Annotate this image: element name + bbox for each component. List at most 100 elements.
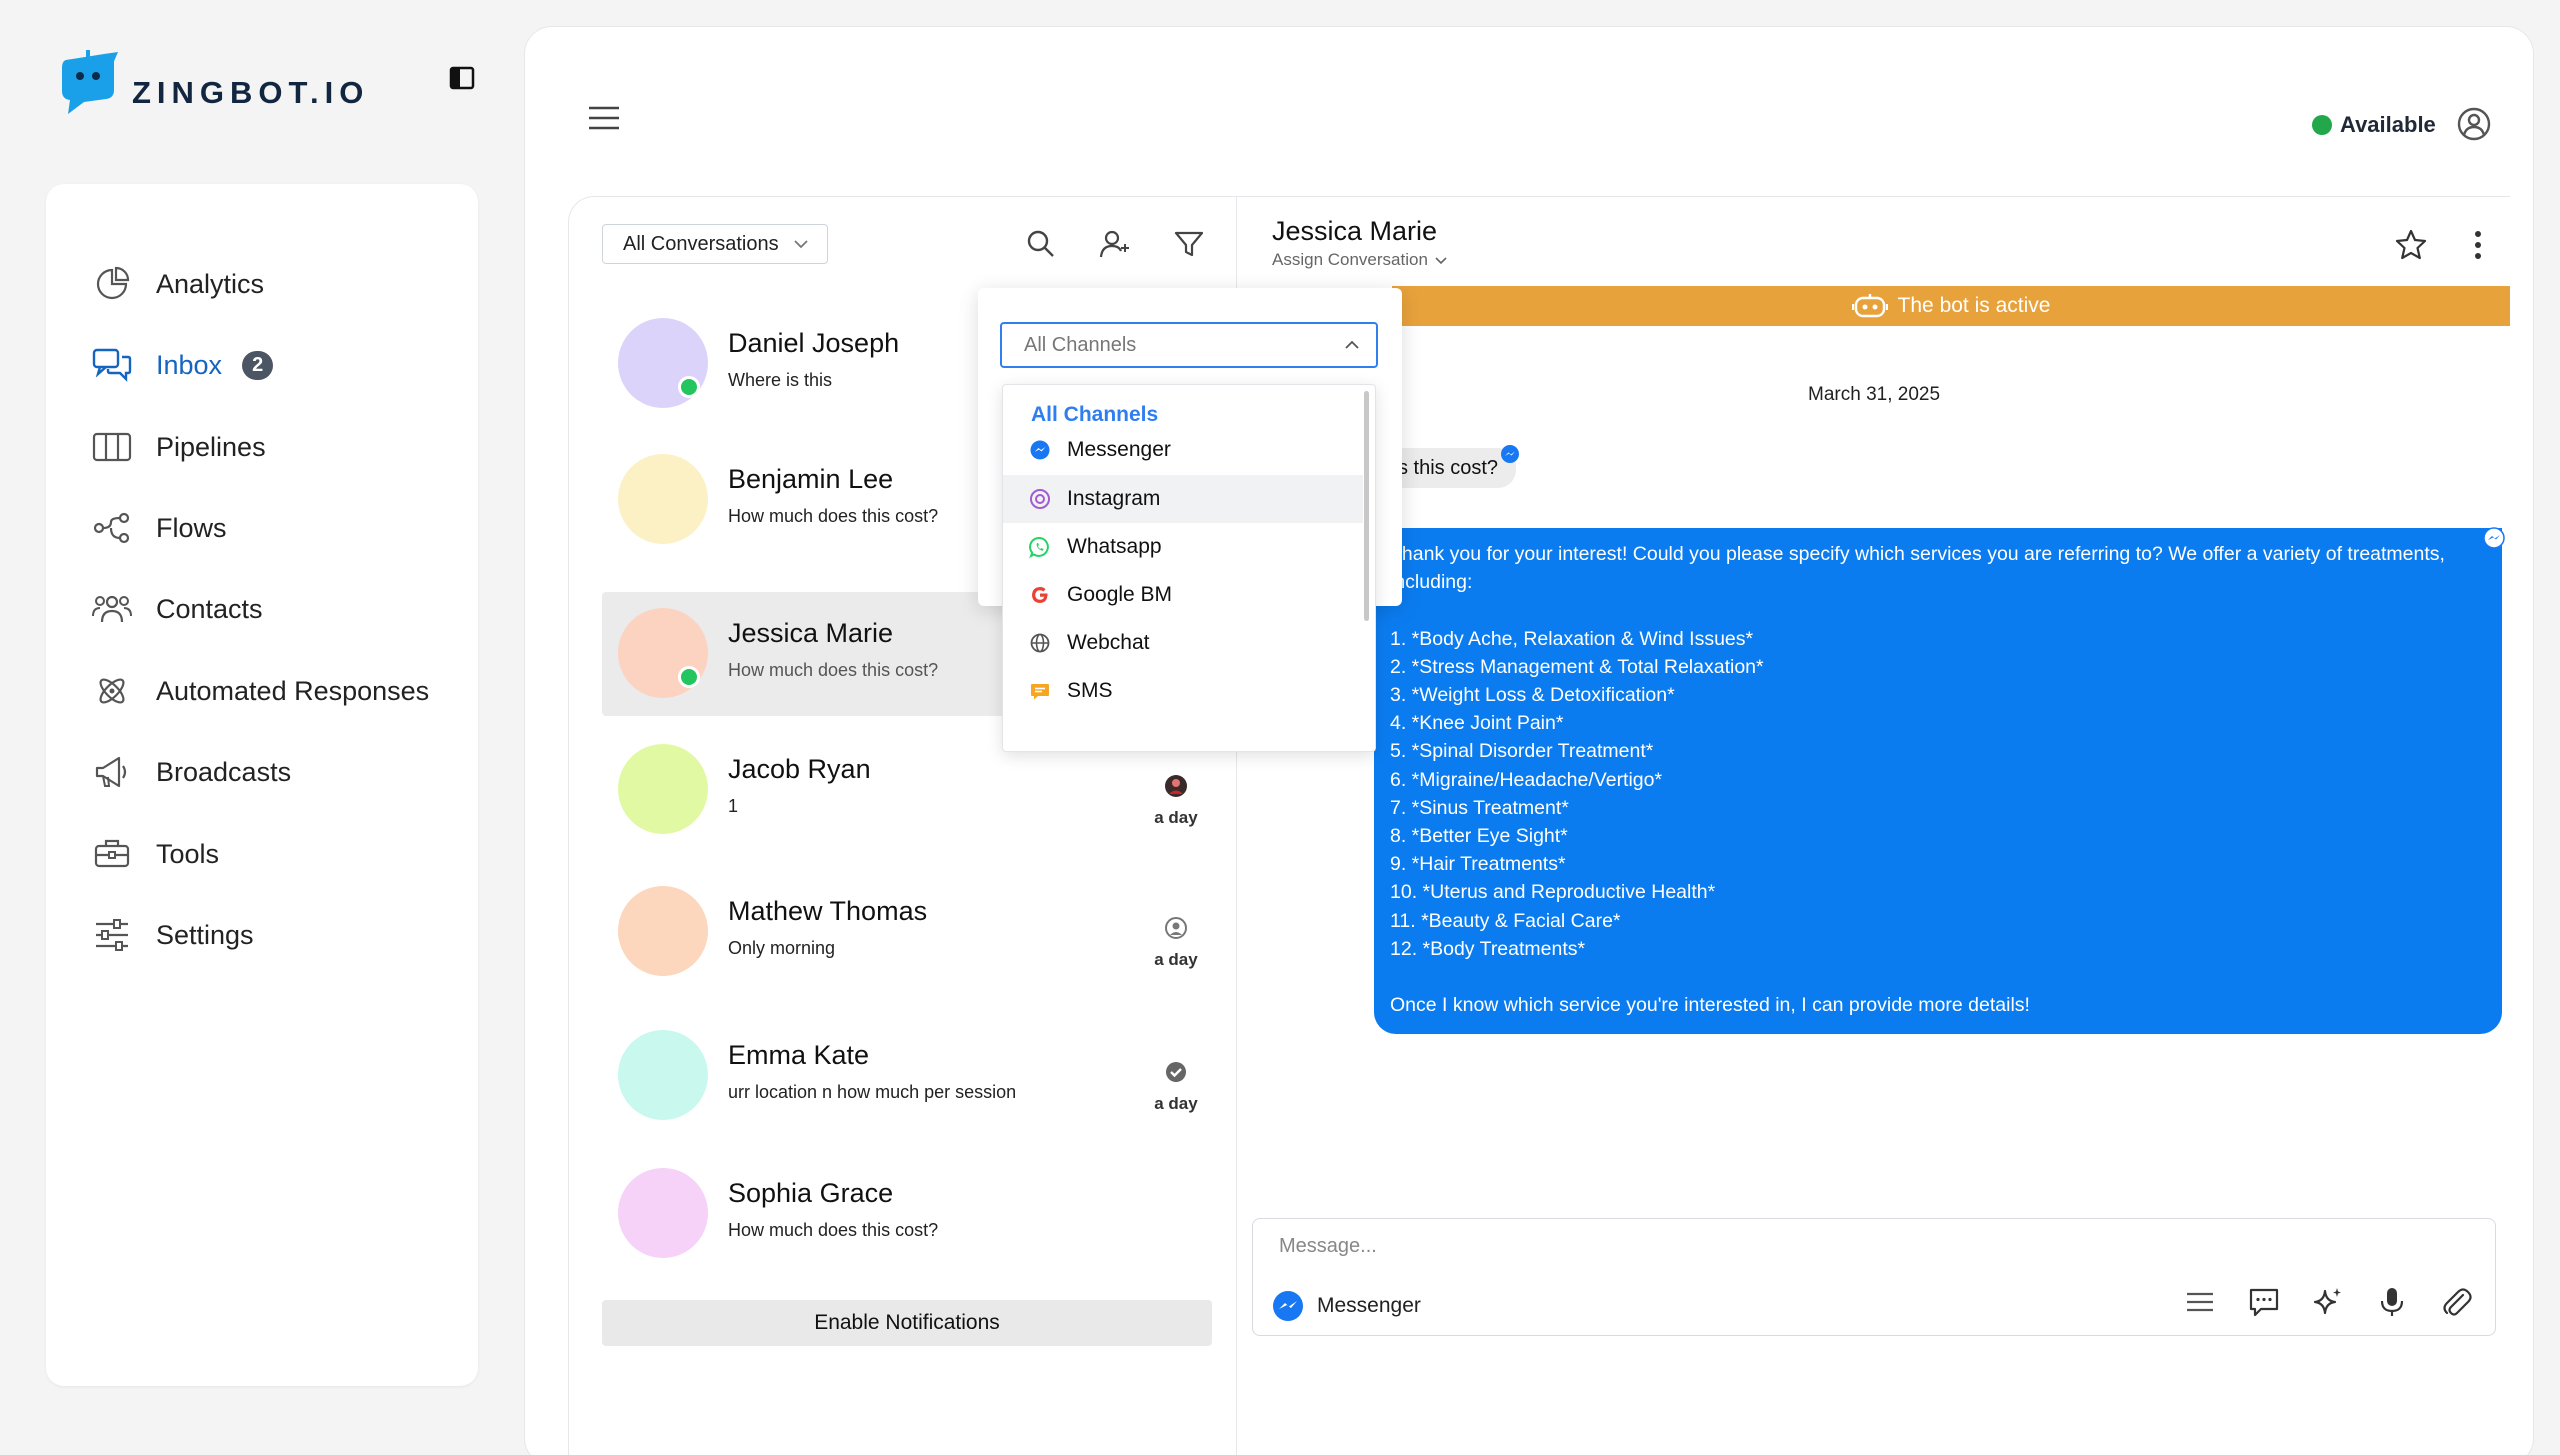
columns-icon bbox=[92, 427, 132, 467]
sidebar-item-automated-responses[interactable]: Automated Responses bbox=[92, 671, 429, 711]
chevron-down-icon bbox=[793, 240, 808, 249]
message-input[interactable] bbox=[1279, 1235, 2379, 1258]
conversation-preview: How much does this cost? bbox=[728, 660, 939, 680]
channel-option-webchat[interactable]: Webchat bbox=[1003, 619, 1363, 667]
conversation-meta: a day bbox=[1152, 1060, 1200, 1114]
sidebar-item-contacts[interactable]: Contacts bbox=[92, 589, 263, 629]
filter-icon bbox=[1174, 231, 1204, 257]
collapse-sidebar-button[interactable] bbox=[448, 64, 476, 92]
messenger-icon bbox=[1030, 440, 1050, 460]
assign-conversation-label: Assign Conversation bbox=[1272, 250, 1428, 269]
conversation-meta: a day bbox=[1152, 916, 1200, 970]
user-profile-button[interactable] bbox=[2456, 106, 2492, 142]
inbox-count-badge: 2 bbox=[242, 350, 274, 380]
star-icon bbox=[2395, 229, 2427, 260]
assign-conversation-dropdown[interactable]: Assign Conversation bbox=[1272, 250, 1448, 270]
conversation-filter-select[interactable]: All Conversations bbox=[602, 224, 828, 264]
sidebar-item-analytics[interactable]: Analytics bbox=[92, 264, 264, 304]
atom-icon bbox=[92, 671, 132, 711]
star-conversation-button[interactable] bbox=[2394, 228, 2428, 262]
sidebar-item-broadcasts[interactable]: Broadcasts bbox=[92, 752, 291, 792]
whatsapp-icon bbox=[1029, 536, 1049, 558]
toolbox-icon bbox=[92, 834, 132, 874]
availability-status[interactable]: Available bbox=[2312, 112, 2436, 138]
sidebar-item-settings[interactable]: Settings bbox=[92, 915, 254, 955]
sidebar-item-label: Analytics bbox=[156, 268, 265, 299]
conversation-preview: urr location n how much per session bbox=[728, 1082, 1017, 1102]
sidebar-item-label: Settings bbox=[156, 919, 254, 950]
quick-replies-icon[interactable] bbox=[2183, 1285, 2217, 1319]
check-circle-icon bbox=[1164, 1060, 1188, 1084]
avatar bbox=[618, 1168, 708, 1258]
channel-option-all[interactable]: All Channels bbox=[1031, 403, 1158, 427]
assign-user-button[interactable] bbox=[1098, 227, 1132, 261]
comment-icon[interactable] bbox=[2247, 1285, 2281, 1319]
channel-option-whatsapp[interactable]: Whatsapp bbox=[1003, 523, 1363, 571]
conversation-preview: How much does this cost? bbox=[728, 1220, 939, 1240]
chevron-down-icon bbox=[1435, 256, 1447, 264]
sidebar-item-pipelines[interactable]: Pipelines bbox=[92, 427, 266, 467]
conversation-name: Daniel Joseph bbox=[728, 328, 900, 358]
conversation-item[interactable]: Sophia Grace How much does this cost? bbox=[602, 1152, 1212, 1276]
channel-option-messenger[interactable]: Messenger bbox=[1003, 426, 1363, 474]
sidebar-item-label: Flows bbox=[156, 512, 227, 543]
incoming-message-bubble: s this cost? bbox=[1396, 448, 1517, 488]
status-label: Available bbox=[2340, 112, 2436, 137]
chat-contact-name: Jessica Marie bbox=[1272, 216, 1438, 246]
incoming-message-text: s this cost? bbox=[1398, 456, 1499, 479]
sliders-icon bbox=[92, 915, 132, 955]
messenger-icon bbox=[1500, 444, 1520, 464]
channel-option-google-bm[interactable]: Google BM bbox=[1003, 571, 1363, 619]
microphone-icon[interactable] bbox=[2375, 1285, 2409, 1319]
conversation-time: a day bbox=[1154, 950, 1198, 969]
conversation-preview: Where is this bbox=[728, 370, 833, 390]
channel-option-label: Messenger bbox=[1067, 438, 1171, 461]
attachment-icon[interactable] bbox=[2439, 1285, 2473, 1319]
outgoing-message-bubble: Thank you for your interest! Could you p… bbox=[1374, 528, 2502, 1034]
user-circle-icon bbox=[2457, 107, 2491, 141]
flow-nodes-icon bbox=[92, 508, 132, 548]
menu-button[interactable] bbox=[588, 102, 620, 134]
chat-top-border bbox=[1237, 196, 2510, 197]
filter-button[interactable] bbox=[1172, 227, 1206, 261]
channel-option-label: Whatsapp bbox=[1067, 535, 1162, 558]
channel-filter-select[interactable]: All Channels bbox=[1000, 322, 1378, 368]
message-date: March 31, 2025 bbox=[1808, 384, 1941, 405]
more-options-button[interactable] bbox=[2466, 228, 2490, 262]
conversation-name: Jacob Ryan bbox=[728, 754, 871, 784]
kebab-menu-icon bbox=[2475, 231, 2481, 259]
search-icon bbox=[1027, 230, 1054, 257]
search-button[interactable] bbox=[1024, 227, 1058, 261]
messenger-icon bbox=[2482, 526, 2506, 550]
conversation-time: a day bbox=[1154, 1094, 1198, 1113]
conversation-preview: 1 bbox=[728, 796, 739, 816]
sidebar-item-label: Broadcasts bbox=[156, 756, 292, 787]
channel-option-instagram[interactable]: Instagram bbox=[1003, 475, 1363, 523]
instagram-icon bbox=[1030, 489, 1050, 509]
status-dot-icon bbox=[2312, 115, 2332, 135]
sidebar-item-inbox[interactable]: Inbox 2 bbox=[92, 345, 274, 385]
robot-icon bbox=[1851, 294, 1888, 318]
channel-options-menu: All Channels Messenger Instagram Whatsap… bbox=[1002, 384, 1376, 752]
menu-scrollbar[interactable] bbox=[1364, 391, 1369, 621]
channel-option-sms[interactable]: SMS bbox=[1003, 667, 1363, 715]
ai-sparkle-icon[interactable] bbox=[2311, 1285, 2345, 1319]
channel-option-label: Google BM bbox=[1067, 583, 1173, 606]
conversation-name: Sophia Grace bbox=[728, 1178, 894, 1208]
conversation-meta: a day bbox=[1152, 774, 1200, 828]
brand-logo[interactable]: ZINGBOT.IO bbox=[60, 50, 369, 116]
sidebar-item-flows[interactable]: Flows bbox=[92, 508, 227, 548]
sidebar-toggle-icon bbox=[449, 66, 475, 90]
channel-selector[interactable]: Messenger bbox=[1271, 1289, 1421, 1323]
zingbot-logo-icon bbox=[62, 50, 118, 114]
conversation-item[interactable]: Emma Kate urr location n how much per ses… bbox=[602, 1014, 1212, 1138]
enable-notifications-button[interactable]: Enable Notifications bbox=[602, 1300, 1212, 1346]
channel-option-label: SMS bbox=[1067, 679, 1113, 702]
conversation-item[interactable]: Mathew Thomas Only morning a day bbox=[602, 870, 1212, 994]
hamburger-icon bbox=[589, 106, 619, 130]
sidebar-item-tools[interactable]: Tools bbox=[92, 834, 219, 874]
conversation-filter-value: All Conversations bbox=[623, 232, 779, 255]
sidebar-item-label: Automated Responses bbox=[156, 675, 430, 706]
bot-active-banner: The bot is active bbox=[1392, 286, 2510, 326]
bot-banner-text: The bot is active bbox=[1897, 294, 2051, 317]
